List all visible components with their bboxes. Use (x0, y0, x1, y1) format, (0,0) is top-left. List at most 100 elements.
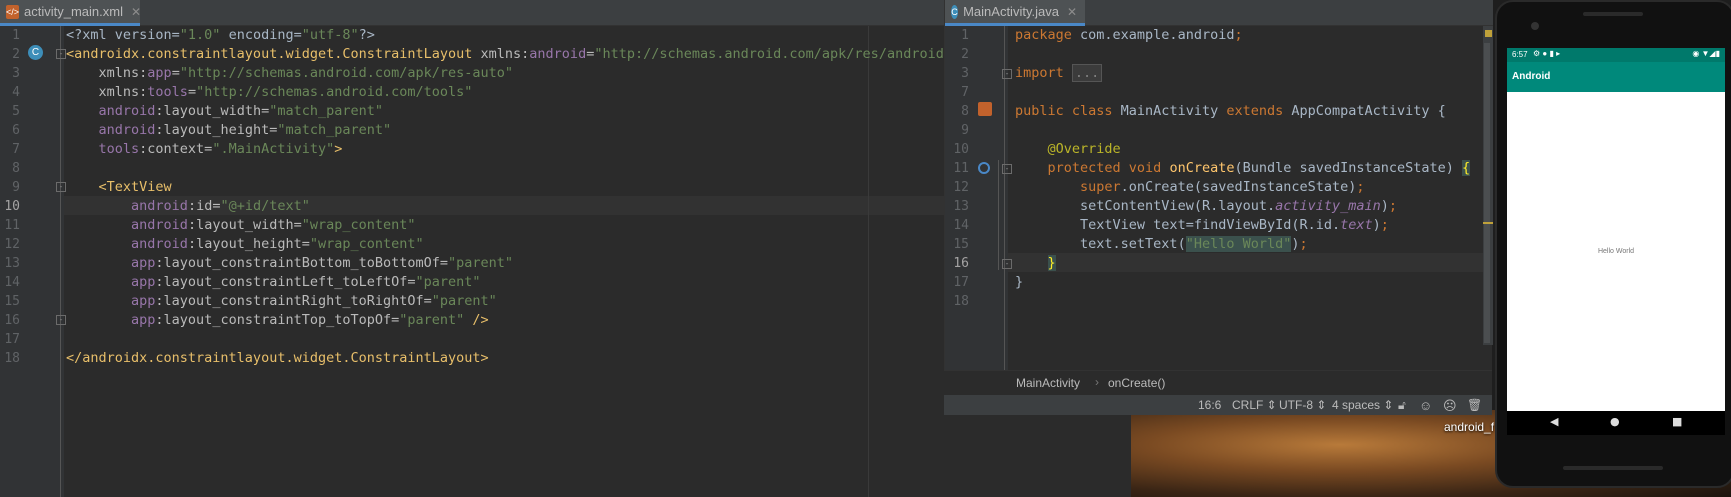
override-gutter-icon[interactable] (978, 102, 992, 116)
line-number[interactable]: 13 (0, 256, 20, 271)
code-line[interactable]: app:layout_constraintBottom_toBottomOf="… (66, 254, 513, 273)
line-number[interactable]: 18 (0, 351, 20, 366)
breadcrumb-method[interactable]: onCreate() (1108, 376, 1165, 390)
close-icon[interactable]: ✕ (1067, 5, 1077, 19)
code-line[interactable]: android:layout_height="match_parent" (66, 121, 392, 140)
fold-toggle-icon[interactable]: - (56, 49, 66, 59)
line-number[interactable]: 11 (0, 218, 20, 233)
line-number[interactable]: 3 (0, 66, 20, 81)
code-line[interactable]: TextView text=findViewById(R.id.text); (1015, 216, 1389, 235)
frown-icon[interactable]: ☹ (1443, 398, 1457, 414)
code-line[interactable]: xmlns:app="http://schemas.android.com/ap… (66, 64, 514, 83)
lock-icon[interactable]: 🔓︎ (1398, 398, 1406, 413)
smile-icon[interactable]: ☺ (1419, 398, 1432, 413)
fold-toggle-icon[interactable]: - (56, 315, 66, 325)
cursor-position[interactable]: 16:6 (1198, 398, 1221, 412)
line-number[interactable]: 6 (0, 123, 20, 138)
line-number[interactable]: 17 (945, 275, 969, 290)
breadcrumb-class[interactable]: MainActivity (1016, 376, 1080, 390)
line-number[interactable]: 9 (945, 123, 969, 138)
line-number[interactable]: 2 (0, 47, 20, 62)
code-line[interactable]: android:layout_width="wrap_content" (66, 216, 416, 235)
overrides-method-icon[interactable] (978, 162, 990, 174)
back-button[interactable]: ◀ (1550, 415, 1558, 428)
desktop-file-label[interactable]: android_f (1444, 420, 1494, 434)
code-line[interactable]: app:layout_constraintLeft_toLeftOf="pare… (66, 273, 481, 292)
code-line[interactable]: android:layout_width="match_parent" (66, 102, 384, 121)
code-line[interactable]: xmlns:tools="http://schemas.android.com/… (66, 83, 473, 102)
code-line[interactable]: <?xml version="1.0" encoding="utf-8"?> (66, 26, 375, 45)
code-line[interactable]: app:layout_constraintRight_toRightOf="pa… (66, 292, 497, 311)
warning-marker[interactable] (1485, 30, 1492, 37)
tab-mainactivity-java[interactable]: C MainActivity.java ✕ (945, 0, 1085, 26)
chevron-right-icon: › (1095, 375, 1099, 389)
code-line[interactable]: <TextView (66, 178, 172, 197)
line-number[interactable]: 1 (945, 28, 969, 43)
code-line[interactable]: package com.example.android; (1015, 26, 1243, 45)
code-line[interactable]: @Override (1015, 140, 1121, 159)
line-number[interactable]: 18 (945, 294, 969, 309)
code-line[interactable]: app:layout_constraintTop_toTopOf="parent… (66, 311, 489, 330)
line-number[interactable]: 14 (945, 218, 969, 233)
line-number[interactable]: 8 (945, 104, 969, 119)
line-number[interactable]: 12 (945, 180, 969, 195)
line-number[interactable]: 15 (0, 294, 20, 309)
home-button[interactable]: ● (1610, 415, 1620, 428)
line-number[interactable]: 8 (0, 161, 20, 176)
line-number[interactable]: 12 (0, 237, 20, 252)
line-number[interactable]: 7 (0, 142, 20, 157)
code-line[interactable]: android:id="@+id/text" (66, 197, 310, 216)
code-line[interactable]: tools:context=".MainActivity"> (66, 140, 343, 159)
line-number[interactable]: 11 (945, 161, 969, 176)
current-line-highlight (1008, 253, 1493, 272)
signal-battery-icon: ◉ ▼◢▮ (1692, 49, 1720, 58)
code-line[interactable]: } (1015, 273, 1023, 292)
line-number[interactable]: 7 (945, 85, 969, 100)
method-fold-line (998, 160, 999, 270)
code-line[interactable]: </androidx.constraintlayout.widget.Const… (66, 349, 489, 368)
fold-toggle-icon[interactable]: - (1002, 69, 1012, 79)
editor-scrollbar[interactable] (1483, 26, 1493, 345)
scroll-thumb[interactable] (1484, 43, 1490, 343)
line-number[interactable]: 10 (945, 142, 969, 157)
line-number[interactable]: 17 (0, 332, 20, 347)
code-line[interactable]: <androidx.constraintlayout.widget.Constr… (66, 45, 952, 64)
line-number[interactable]: 5 (0, 104, 20, 119)
fold-toggle-icon[interactable]: - (56, 182, 66, 192)
line-number[interactable]: 16 (945, 256, 969, 271)
line-number[interactable]: 9 (0, 180, 20, 195)
line-number[interactable]: 1 (0, 28, 20, 43)
line-number[interactable]: 14 (0, 275, 20, 290)
phone-time: 6:57 (1512, 50, 1528, 59)
fold-toggle-icon[interactable]: - (1002, 259, 1012, 269)
file-encoding[interactable]: UTF-8 ⇕ (1279, 398, 1326, 412)
phone-screen[interactable]: 6:57 ⚙ ● ▮ ▸ ◉ ▼◢▮ Android Hello World (1507, 48, 1725, 411)
close-icon[interactable]: ✕ (131, 5, 141, 19)
line-number[interactable]: 13 (945, 199, 969, 214)
code-line[interactable]: text.setText("Hello World"); (1015, 235, 1308, 254)
line-number[interactable]: 15 (945, 237, 969, 252)
code-line[interactable]: super.onCreate(savedInstanceState); (1015, 178, 1364, 197)
line-number[interactable]: 3 (945, 66, 969, 81)
recents-button[interactable]: ■ (1672, 415, 1682, 428)
code-line[interactable]: protected void onCreate(Bundle savedInst… (1015, 159, 1471, 178)
tab-activity-main-xml[interactable]: </> activity_main.xml ✕ (0, 0, 141, 26)
line-separator[interactable]: CRLF ⇕ (1232, 398, 1277, 412)
line-number[interactable]: 2 (945, 47, 969, 62)
fold-toggle-icon[interactable]: - (1002, 164, 1012, 174)
xml-file-icon: </> (6, 4, 20, 19)
code-line[interactable]: android:layout_height="wrap_content" (66, 235, 424, 254)
app-bar-title: Android (1507, 62, 1725, 92)
code-line[interactable]: } (1015, 254, 1056, 273)
indent-setting[interactable]: 4 spaces ⇕ (1332, 398, 1393, 412)
code-line[interactable]: setContentView(R.layout.activity_main); (1015, 197, 1397, 216)
trash-icon[interactable]: 🗑︎ (1467, 398, 1482, 412)
right-tab-bar: C MainActivity.java ✕ (945, 0, 1493, 26)
hello-world-text: Hello World (1597, 248, 1635, 255)
component-icon[interactable]: C (28, 45, 43, 60)
line-number[interactable]: 4 (0, 85, 20, 100)
line-number[interactable]: 10 (0, 199, 20, 214)
code-line[interactable]: public class MainActivity extends AppCom… (1015, 102, 1446, 121)
code-line[interactable]: import ... (1015, 64, 1103, 83)
line-number[interactable]: 16 (0, 313, 20, 328)
